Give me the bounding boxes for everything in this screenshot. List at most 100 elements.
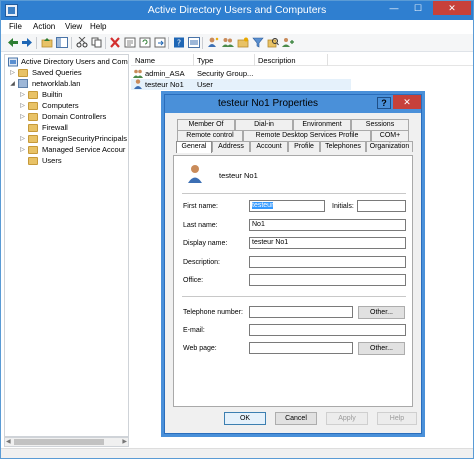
menu-view[interactable]: View: [65, 22, 82, 31]
tab-com-plus[interactable]: COM+: [371, 130, 409, 141]
tab-environment[interactable]: Environment: [293, 119, 351, 130]
find-icon[interactable]: [267, 37, 279, 48]
domain-icon: [18, 79, 28, 88]
tree-item-builtin[interactable]: ▷ Builtin: [19, 90, 128, 100]
telephone-other-button[interactable]: Other...: [358, 306, 405, 319]
tree-label: ForeignSecurityPrincipals: [42, 134, 128, 143]
scroll-right-icon[interactable]: ▶: [122, 438, 127, 445]
expand-icon[interactable]: ▷: [19, 134, 26, 144]
help-button[interactable]: Help: [377, 412, 417, 425]
webpage-other-button[interactable]: Other...: [358, 342, 405, 355]
first-name-field[interactable]: testeur: [249, 200, 325, 212]
new-group-icon[interactable]: [222, 37, 234, 48]
delete-icon[interactable]: [109, 37, 121, 48]
divider: [182, 296, 406, 297]
expand-icon[interactable]: ▷: [9, 68, 16, 78]
column-name[interactable]: Name: [135, 56, 155, 65]
collapse-icon[interactable]: ◢: [9, 79, 16, 89]
office-field[interactable]: [249, 274, 406, 286]
expand-icon[interactable]: ▷: [19, 90, 26, 100]
tree-item-domain-controllers[interactable]: ▷ Domain Controllers: [19, 112, 128, 122]
refresh-icon[interactable]: [139, 37, 151, 48]
tab-dial-in[interactable]: Dial-in: [235, 119, 293, 130]
new-ou-icon[interactable]: [237, 37, 249, 48]
last-name-field[interactable]: No1: [249, 219, 406, 231]
folder-icon: [28, 157, 38, 165]
folder-icon: [28, 146, 38, 154]
tree-root[interactable]: Active Directory Users and Com: [8, 57, 128, 67]
tab-organization[interactable]: Organization: [366, 141, 413, 152]
column-type[interactable]: Type: [197, 56, 213, 65]
column-description[interactable]: Description: [258, 56, 296, 65]
scroll-left-icon[interactable]: ◀: [6, 438, 11, 445]
svg-text:?: ?: [177, 39, 181, 48]
tree-item-firewall[interactable]: Firewall: [19, 123, 128, 133]
dialog-title-bar[interactable]: testeur No1 Properties ? ✕: [165, 95, 421, 113]
tab-profile[interactable]: Profile: [288, 141, 320, 152]
scroll-thumb[interactable]: [14, 439, 104, 445]
filter-icon[interactable]: [252, 37, 264, 48]
tree-item-computers[interactable]: ▷ Computers: [19, 101, 128, 111]
show-hide-tree-icon[interactable]: [56, 37, 68, 48]
ad-console-icon: [8, 57, 18, 67]
up-folder-icon[interactable]: [41, 37, 53, 48]
menu-bar: File Action View Help: [1, 20, 473, 34]
email-field[interactable]: [249, 324, 406, 336]
dialog-help-button[interactable]: ?: [377, 97, 391, 109]
properties-icon[interactable]: [124, 37, 136, 48]
tab-general[interactable]: General: [176, 141, 212, 153]
expand-icon[interactable]: ▷: [19, 145, 26, 155]
tree-horizontal-scrollbar[interactable]: ◀ ▶: [4, 437, 129, 447]
tree-item-saved-queries[interactable]: ▷ Saved Queries: [8, 68, 128, 78]
tab-sessions[interactable]: Sessions: [351, 119, 409, 130]
menu-file[interactable]: File: [9, 22, 22, 31]
list-row-testeur-no1[interactable]: testeur No1 User: [131, 79, 351, 90]
expand-icon[interactable]: ▷: [19, 112, 26, 122]
telephone-field[interactable]: [249, 306, 353, 318]
cancel-button[interactable]: Cancel: [275, 412, 317, 425]
help-book-icon[interactable]: ?: [173, 37, 185, 48]
menu-help[interactable]: Help: [90, 22, 106, 31]
cut-icon[interactable]: [76, 37, 88, 48]
back-arrow-icon[interactable]: [7, 37, 19, 48]
row-type: User: [197, 80, 213, 89]
webpage-field[interactable]: [249, 342, 353, 354]
console-icon[interactable]: [188, 37, 200, 48]
tree-item-users[interactable]: Users: [19, 156, 128, 166]
expand-icon[interactable]: ▷: [19, 101, 26, 111]
display-name-field[interactable]: testeur No1: [249, 237, 406, 249]
tab-address[interactable]: Address: [212, 141, 250, 152]
add-to-group-icon[interactable]: [282, 37, 294, 48]
title-bar[interactable]: Active Directory Users and Computers — ☐…: [1, 1, 473, 20]
minimize-button[interactable]: —: [381, 1, 407, 15]
description-field[interactable]: [249, 256, 406, 268]
copy-icon[interactable]: [91, 37, 103, 48]
email-label: E-mail:: [183, 327, 205, 334]
ok-button[interactable]: OK: [224, 412, 266, 425]
tab-rds-profile[interactable]: Remote Desktop Services Profile: [243, 130, 371, 141]
tree-item-managed-service-accounts[interactable]: ▷ Managed Service Accour: [19, 145, 128, 155]
dialog-title: testeur No1 Properties: [217, 98, 319, 109]
user-properties-dialog: testeur No1 Properties ? ✕ Member Of Dia…: [164, 94, 422, 434]
maximize-button[interactable]: ☐: [405, 1, 431, 15]
tree-label: Firewall: [42, 123, 68, 132]
tree-item-domain[interactable]: ◢ networklab.lan: [8, 79, 128, 89]
initials-field[interactable]: [357, 200, 406, 212]
tree-label: Saved Queries: [32, 68, 82, 77]
close-button[interactable]: ✕: [433, 1, 471, 15]
list-row-admin-asa[interactable]: admin_ASA Security Group...: [131, 68, 351, 79]
apply-button[interactable]: Apply: [326, 412, 368, 425]
tab-account[interactable]: Account: [250, 141, 288, 152]
menu-action[interactable]: Action: [33, 22, 55, 31]
tab-remote-control[interactable]: Remote control: [177, 130, 243, 141]
export-list-icon[interactable]: [154, 37, 166, 48]
new-user-icon[interactable]: [207, 37, 219, 48]
tab-member-of[interactable]: Member Of: [177, 119, 235, 130]
tree-item-foreign-security-principals[interactable]: ▷ ForeignSecurityPrincipals: [19, 134, 128, 144]
tab-telephones[interactable]: Telephones: [320, 141, 366, 152]
forward-arrow-icon[interactable]: [21, 37, 33, 48]
dialog-close-button[interactable]: ✕: [393, 95, 421, 109]
folder-icon: [28, 135, 38, 143]
last-name-label: Last name:: [183, 222, 218, 229]
